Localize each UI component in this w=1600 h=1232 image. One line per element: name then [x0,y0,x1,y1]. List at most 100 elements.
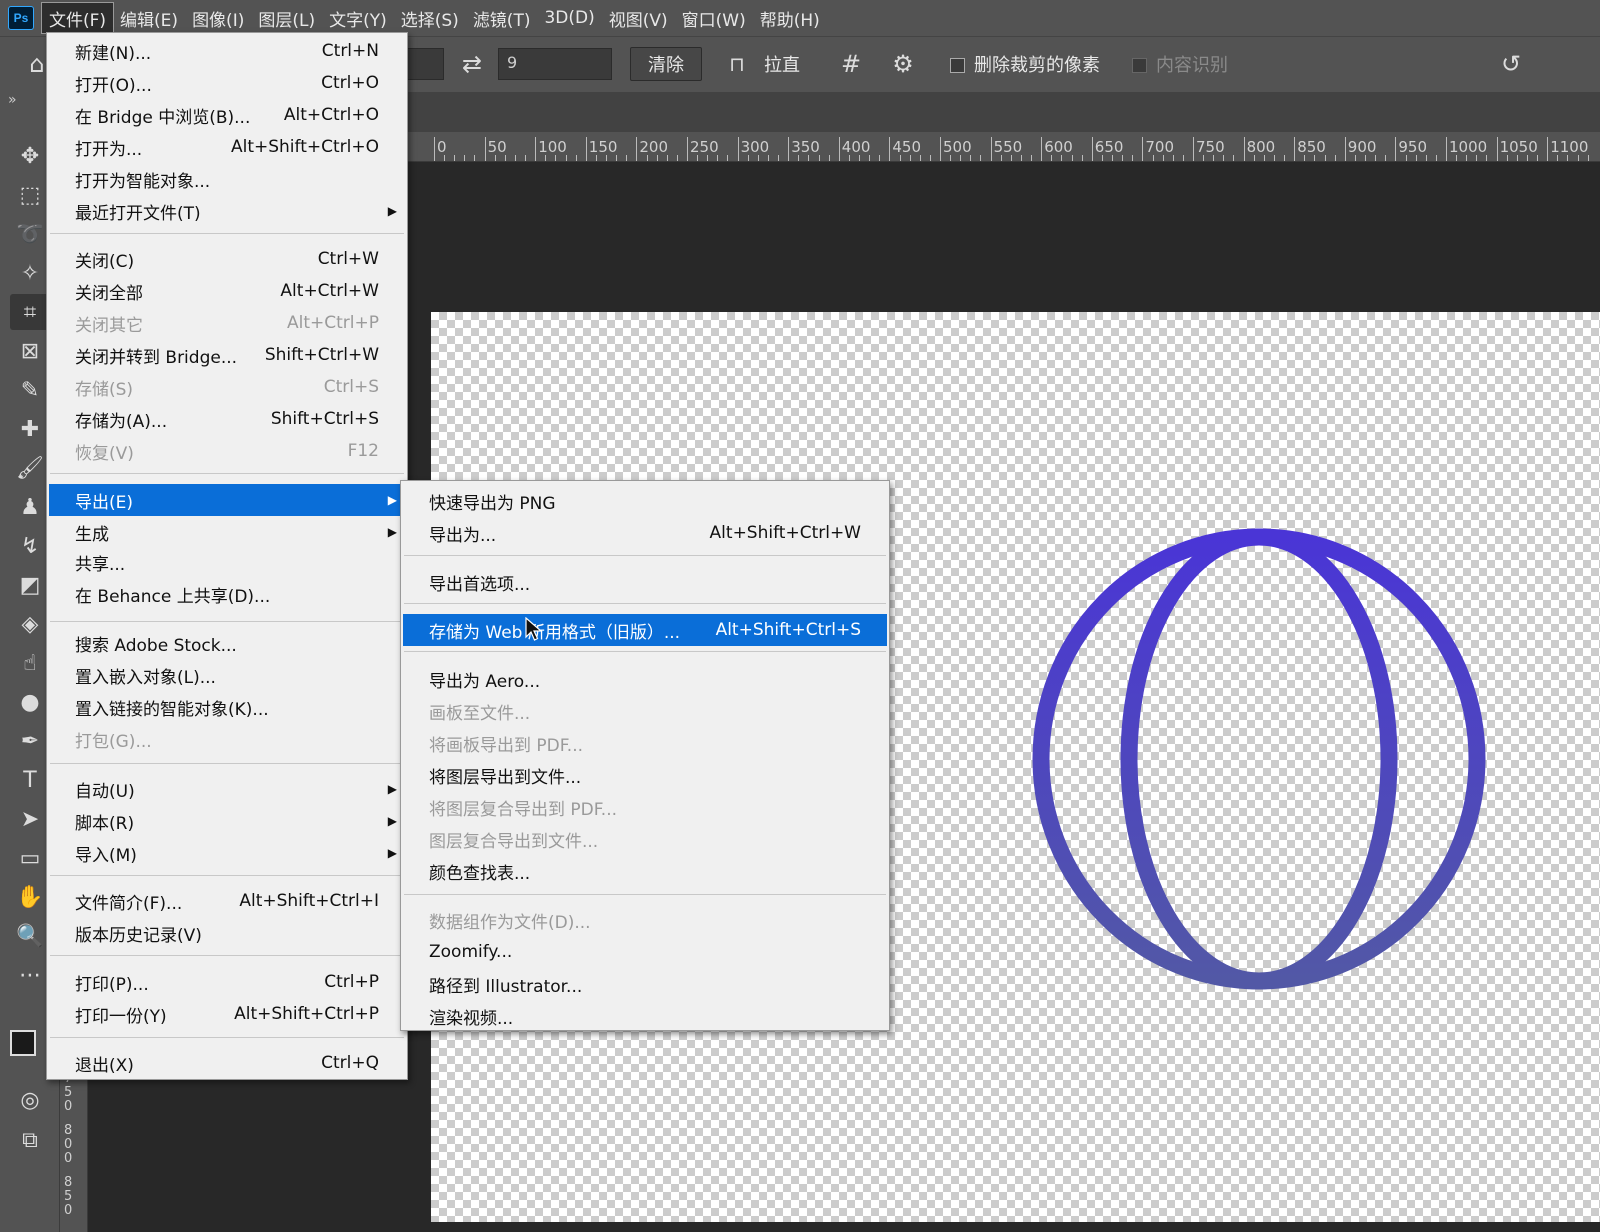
quick-mask-icon[interactable]: ◎ [10,1082,50,1118]
menu-image[interactable]: 图像(I) [185,3,251,33]
pen-tool-icon[interactable]: ✒ [10,723,50,759]
straighten-label[interactable]: 拉直 [764,51,800,77]
menu-item-label: 打开为... [75,139,143,160]
delete-cropped-checkbox[interactable] [950,58,965,73]
menu-3d[interactable]: 3D(D) [537,3,601,33]
file-menu-item[interactable]: 自动(U) ▶ [49,773,405,805]
ruler-major-tick [434,137,435,161]
file-menu-item[interactable]: 导入(M) ▶ [49,837,405,869]
export-menu-item[interactable]: 导出为... Alt+Shift+Ctrl+W [403,517,887,549]
gear-icon[interactable]: ⚙ [886,47,920,81]
menu-filter[interactable]: 滤镜(T) [466,3,538,33]
menu-select[interactable]: 选择(S) [394,3,466,33]
export-menu-item[interactable]: 图层复合导出到文件... [403,823,887,855]
file-menu-item[interactable]: 打开为... Alt+Shift+Ctrl+O [49,131,405,163]
menu-separator [50,955,404,956]
export-menu-item[interactable]: Zoomify... [403,936,887,968]
file-menu-item[interactable]: 打开为智能对象... [49,163,405,195]
lasso-tool-icon[interactable]: ➰ [10,216,50,252]
frame-tool-icon[interactable]: ⊠ [10,333,50,369]
export-menu-item[interactable]: 将画板导出到 PDF... [403,727,887,759]
path-selection-tool-icon[interactable]: ➤ [10,801,50,837]
file-menu-item[interactable]: 版本历史记录(V) [49,917,405,949]
rectangle-tool-icon[interactable]: ▭ [10,840,50,876]
export-menu-item[interactable]: 数据组作为文件(D)... [403,904,887,936]
collapse-toolbar-icon[interactable]: » [8,92,17,108]
export-menu-item[interactable]: 画板至文件... [403,695,887,727]
export-menu-item[interactable]: 路径到 Illustrator... [403,968,887,1000]
file-menu-item[interactable]: 最近打开文件(T) ▶ [49,195,405,227]
menu-view[interactable]: 视图(V) [602,3,675,33]
swap-arrows-icon[interactable]: ⇄ [455,47,489,81]
file-menu-item[interactable]: 置入链接的智能对象(K)... [49,691,405,723]
export-menu-item[interactable]: 渲染视频... [403,1000,887,1032]
type-tool-icon[interactable]: T [10,762,50,798]
file-menu-item[interactable]: 置入嵌入对象(L)... [49,659,405,691]
eyedropper-tool-icon[interactable]: ✎ [10,372,50,408]
move-tool-icon[interactable]: ✥ [10,138,50,174]
export-menu-item[interactable]: 导出首选项... [403,566,887,598]
file-menu-item[interactable]: 关闭(C) Ctrl+W [49,243,405,275]
file-menu-item[interactable]: 生成 ▶ [49,516,405,548]
smudge-tool-icon[interactable]: ☝ [10,645,50,681]
menu-item-label: 将画板导出到 PDF... [429,735,584,756]
straighten-icon[interactable]: ⊓ [720,47,754,81]
file-menu-item[interactable]: 存储(S) Ctrl+S [49,371,405,403]
export-menu-item[interactable]: 快速导出为 PNG [403,485,887,517]
hand-tool-icon[interactable]: ✋ [10,879,50,915]
file-menu-item[interactable]: 退出(X) Ctrl+Q [49,1047,405,1079]
grid-overlay-icon[interactable]: # [834,47,868,81]
file-menu-item[interactable]: 关闭其它 Alt+Ctrl+P [49,307,405,339]
marquee-tool-icon[interactable]: ⬚ [10,177,50,213]
menu-file[interactable]: 文件(F) [40,2,115,34]
paint-bucket-tool-icon[interactable]: ◈ [10,606,50,642]
menu-help[interactable]: 帮助(H) [753,3,827,33]
menu-item-shortcut: Alt+Ctrl+W [280,281,379,301]
file-menu-item[interactable]: 文件简介(F)... Alt+Shift+Ctrl+I [49,885,405,917]
file-menu-item[interactable]: 关闭全部 Alt+Ctrl+W [49,275,405,307]
file-menu-item[interactable]: 共享... [49,546,405,578]
menu-window[interactable]: 窗口(W) [675,3,753,33]
clone-stamp-tool-icon[interactable]: ♟ [10,489,50,525]
ruler-minor-tick [1435,155,1437,161]
export-menu-item[interactable]: 将图层导出到文件... [403,759,887,791]
crop-tool-icon[interactable]: ⌗ [10,294,50,330]
screen-mode-icon[interactable]: ⧉ [10,1122,50,1158]
export-menu-item[interactable]: 存储为 Web 所用格式（旧版）... Alt+Shift+Ctrl+S [403,614,887,646]
ratio-width-input[interactable] [406,48,444,80]
file-menu-item[interactable]: 打印(P)... Ctrl+P [49,966,405,998]
content-aware-checkbox[interactable] [1132,58,1147,73]
magic-wand-tool-icon[interactable]: ✧ [10,255,50,291]
ruler-label: 150 [588,138,618,156]
file-menu-item[interactable]: 导出(E) ▶ [49,484,405,516]
export-menu-item[interactable]: 颜色查找表... [403,855,887,887]
menu-type[interactable]: 文字(Y) [322,3,394,33]
clear-button[interactable]: 清除 [630,47,702,81]
eraser-tool-icon[interactable]: ◩ [10,567,50,603]
menu-layer[interactable]: 图层(L) [251,3,322,33]
file-menu-item[interactable]: 脚本(R) ▶ [49,805,405,837]
export-menu-item[interactable]: 导出为 Aero... [403,663,887,695]
file-menu-item[interactable]: 存储为(A)... Shift+Ctrl+S [49,403,405,435]
file-menu-item[interactable]: 恢复(V) F12 [49,435,405,467]
dodge-tool-icon[interactable]: ● [10,684,50,720]
reset-icon[interactable]: ↺ [1494,47,1528,81]
history-brush-tool-icon[interactable]: ↯ [10,528,50,564]
ratio-height-input[interactable]: 9 [498,48,612,80]
file-menu-item[interactable]: 打开(O)... Ctrl+O [49,67,405,99]
file-menu-item[interactable]: 搜索 Adobe Stock... [49,627,405,659]
file-menu-item[interactable]: 在 Behance 上共享(D)... [49,578,405,610]
brush-tool-icon[interactable]: 🖌 [10,450,50,486]
file-menu-item[interactable]: 在 Bridge 中浏览(B)... Alt+Ctrl+O [49,99,405,131]
zoom-tool-icon[interactable]: 🔍 [10,918,50,954]
menu-edit[interactable]: 编辑(E) [113,3,185,33]
ruler-minor-tick [474,155,476,161]
file-menu-item[interactable]: 打印一份(Y) Alt+Shift+Ctrl+P [49,998,405,1030]
file-menu-item[interactable]: 打包(G)... [49,723,405,755]
healing-brush-tool-icon[interactable]: ✚ [10,411,50,447]
export-menu-item[interactable]: 将图层复合导出到 PDF... [403,791,887,823]
more-tools-icon[interactable]: ⋯ [10,957,50,993]
file-menu-item[interactable]: 关闭并转到 Bridge... Shift+Ctrl+W [49,339,405,371]
foreground-color-swatch[interactable] [10,1030,36,1056]
file-menu-item[interactable]: 新建(N)... Ctrl+N [49,35,405,67]
